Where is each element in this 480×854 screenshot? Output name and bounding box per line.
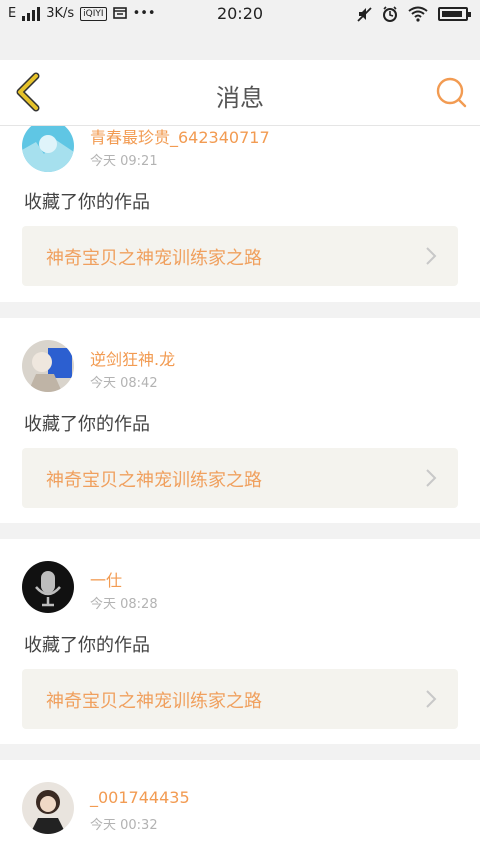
work-card[interactable]: 神奇宝贝之神宠训练家之路 <box>22 669 458 729</box>
message-time: 今天 08:28 <box>90 597 158 612</box>
username[interactable]: _001744435 <box>90 788 190 807</box>
message-list: 青春最珍贵_642340717 今天 09:21 收藏了你的作品 神奇宝贝之神宠… <box>0 126 480 854</box>
avatar[interactable] <box>22 126 74 172</box>
username[interactable]: 青春最珍贵_642340717 <box>90 126 270 148</box>
alarm-icon <box>383 6 397 22</box>
message-action: 收藏了你的作品 <box>24 635 150 656</box>
page-title: 消息 <box>216 84 264 112</box>
wifi-icon <box>408 6 428 22</box>
message-action: 收藏了你的作品 <box>24 192 150 213</box>
work-title: 神奇宝贝之神宠训练家之路 <box>46 691 262 712</box>
chevron-right-icon <box>426 247 437 265</box>
message-time: 今天 00:32 <box>90 818 158 833</box>
top-band <box>0 30 480 60</box>
work-card[interactable]: 神奇宝贝之神宠训练家之路 <box>22 448 458 508</box>
chevron-right-icon <box>426 690 437 708</box>
avatar[interactable] <box>22 340 74 392</box>
message-action: 收藏了你的作品 <box>24 414 150 435</box>
avatar[interactable] <box>22 561 74 613</box>
message-item: _001744435 今天 00:32 <box>0 760 480 854</box>
work-card[interactable]: 神奇宝贝之神宠训练家之路 <box>22 226 458 286</box>
chevron-right-icon <box>426 469 437 487</box>
message-item: 逆剑狂神.龙 今天 08:42 收藏了你的作品 神奇宝贝之神宠训练家之路 <box>0 318 480 523</box>
username[interactable]: 一仕 <box>90 567 122 591</box>
message-time: 今天 08:42 <box>90 376 158 391</box>
status-bar: E 3K/s iQIYI ••• 20:20 <box>0 0 480 30</box>
nav-bar: 消息 <box>0 60 480 126</box>
work-title: 神奇宝贝之神宠训练家之路 <box>46 248 262 269</box>
message-time: 今天 09:21 <box>90 154 158 169</box>
username[interactable]: 逆剑狂神.龙 <box>90 346 175 370</box>
work-title: 神奇宝贝之神宠训练家之路 <box>46 470 262 491</box>
mute-icon <box>357 7 372 22</box>
avatar[interactable] <box>22 782 74 834</box>
search-icon[interactable] <box>434 75 468 109</box>
battery-icon <box>438 7 471 21</box>
message-item: 一仕 今天 08:28 收藏了你的作品 神奇宝贝之神宠训练家之路 <box>0 539 480 744</box>
message-item: 青春最珍贵_642340717 今天 09:21 收藏了你的作品 神奇宝贝之神宠… <box>0 126 480 302</box>
